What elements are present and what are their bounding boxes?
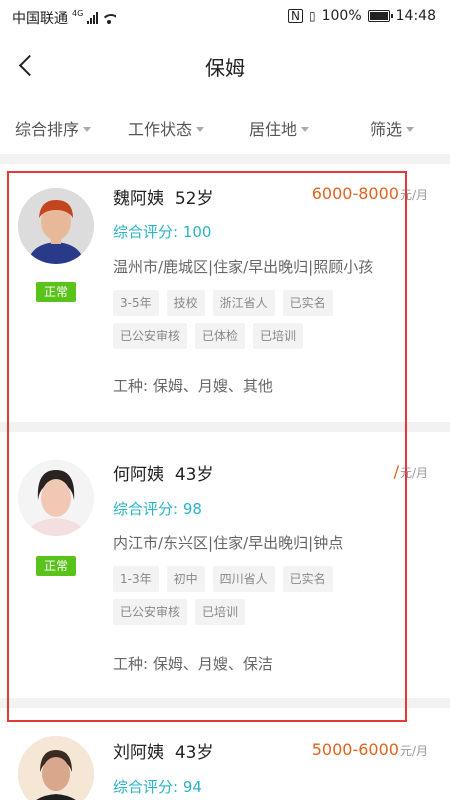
signal-icon xyxy=(87,12,99,24)
worker-work-types: 工种: 保姆、月嫂、保洁 xyxy=(113,655,273,673)
tag: 技校 xyxy=(166,290,205,316)
score-value: 100 xyxy=(182,223,212,241)
battery-percent: 100% xyxy=(321,8,362,24)
worker-card[interactable]: 正常 何阿姨 43岁 /元/月 综合评分: 98 内江市/东兴区|住家/早出晚归… xyxy=(0,432,450,698)
worker-tags: 3-5年 技校 浙江省人 已实名 已公安审核 已体检 已培训 xyxy=(113,290,413,349)
filter-label: 综合排序 xyxy=(15,120,80,139)
tag: 已公安审核 xyxy=(113,323,188,349)
worker-name: 刘阿姨 43岁 xyxy=(113,738,213,763)
filter-residence[interactable]: 居住地 xyxy=(249,116,310,140)
filter-label: 筛选 xyxy=(370,120,403,139)
vibrate-icon: ▯ xyxy=(309,9,316,23)
score-value: 94 xyxy=(182,778,202,796)
tag: 1-3年 xyxy=(113,566,159,592)
section-divider xyxy=(0,698,450,708)
price-range: 5000-6000 xyxy=(311,740,399,759)
worker-card[interactable]: 刘阿姨 43岁 5000-6000元/月 综合评分: 94 xyxy=(0,708,450,800)
status-bar: 中国联通 4G N ▯ 100% 14:48 xyxy=(0,0,450,34)
tag: 浙江省人 xyxy=(212,290,275,316)
tag: 已公安审核 xyxy=(113,599,188,625)
tag: 已培训 xyxy=(195,599,246,625)
filter-more[interactable]: 筛选 xyxy=(370,116,415,140)
filter-label: 工作状态 xyxy=(128,120,193,139)
status-badge: 正常 xyxy=(36,282,76,302)
worker-age: 43岁 xyxy=(174,465,214,485)
worker-avatar xyxy=(18,736,94,800)
worker-tags: 1-3年 初中 四川省人 已实名 已公安审核 已培训 xyxy=(113,566,413,625)
score-value: 98 xyxy=(182,500,202,518)
price-unit: 元/月 xyxy=(399,188,428,202)
tag: 已体检 xyxy=(195,323,246,349)
worker-price: 5000-6000元/月 xyxy=(312,740,428,759)
price-range: 6000-8000 xyxy=(311,184,399,203)
battery-icon xyxy=(367,10,393,22)
caret-down-icon xyxy=(301,126,310,132)
worker-name: 何阿姨 43岁 xyxy=(113,460,213,485)
worker-work-types: 工种: 保姆、月嫂、其他 xyxy=(113,377,273,395)
carrier-label: 中国联通 xyxy=(12,11,68,27)
worker-avatar xyxy=(18,188,94,264)
app-header: 保姆 xyxy=(0,34,450,98)
worker-price: /元/月 xyxy=(394,462,428,481)
tag: 已培训 xyxy=(253,323,304,349)
caret-down-icon xyxy=(406,126,415,132)
status-badge: 正常 xyxy=(36,556,76,576)
worker-name-text: 刘阿姨 xyxy=(113,743,164,763)
worker-name: 魏阿姨 52岁 xyxy=(113,184,213,209)
section-divider xyxy=(0,154,450,164)
tag: 已实名 xyxy=(282,566,333,592)
worker-name-text: 魏阿姨 xyxy=(113,189,164,209)
filter-sort[interactable]: 综合排序 xyxy=(15,116,92,140)
score-label: 综合评分: xyxy=(113,500,179,518)
worker-location: 内江市/东兴区|住家/早出晚归|钟点 xyxy=(113,534,344,552)
wifi-icon xyxy=(102,12,117,24)
worker-avatar xyxy=(18,460,94,536)
price-unit: 元/月 xyxy=(399,466,428,480)
nfc-icon: N xyxy=(288,9,303,23)
filter-label: 居住地 xyxy=(249,120,298,139)
worker-age: 52岁 xyxy=(174,189,214,209)
tag: 3-5年 xyxy=(113,290,159,316)
tag: 已实名 xyxy=(282,290,333,316)
worker-card[interactable]: 正常 魏阿姨 52岁 6000-8000元/月 综合评分: 100 温州市/鹿城… xyxy=(0,164,450,422)
tag: 四川省人 xyxy=(212,566,275,592)
worker-name-text: 何阿姨 xyxy=(113,465,164,485)
caret-down-icon xyxy=(83,126,92,132)
price-range: / xyxy=(393,462,399,481)
worker-location: 温州市/鹿城区|住家/早出晚归|照顾小孩 xyxy=(113,258,374,276)
network-type: 4G xyxy=(72,8,84,18)
worker-score: 综合评分: 100 xyxy=(113,221,211,242)
worker-price: 6000-8000元/月 xyxy=(312,184,428,203)
filter-work-status[interactable]: 工作状态 xyxy=(128,116,205,140)
score-label: 综合评分: xyxy=(113,223,179,241)
filter-bar: 综合排序 工作状态 居住地 筛选 xyxy=(0,108,450,148)
section-divider xyxy=(0,422,450,432)
price-unit: 元/月 xyxy=(399,744,428,758)
score-label: 综合评分: xyxy=(113,778,179,796)
tag: 初中 xyxy=(166,566,205,592)
caret-down-icon xyxy=(196,126,205,132)
page-title: 保姆 xyxy=(205,56,245,80)
worker-score: 综合评分: 94 xyxy=(113,776,202,797)
worker-score: 综合评分: 98 xyxy=(113,498,202,519)
clock: 14:48 xyxy=(395,8,436,24)
worker-age: 43岁 xyxy=(174,743,214,763)
